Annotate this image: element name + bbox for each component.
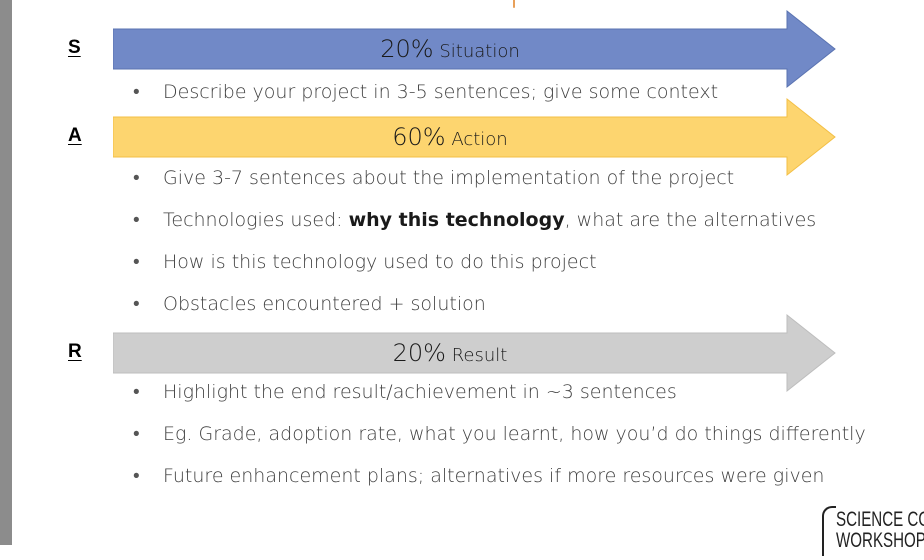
- result-letter: R: [68, 341, 82, 362]
- left-edge-bar: [0, 0, 12, 545]
- situation-title-first: S: [439, 41, 451, 62]
- situation-letter: S: [68, 37, 81, 58]
- list-item: Eg. Grade, adoption rate, what you learn…: [133, 422, 866, 447]
- action-title-first: A: [451, 129, 464, 150]
- situation-arrow: 20% Situation: [113, 9, 837, 89]
- tech-suffix: , what are the alternatives: [564, 209, 817, 231]
- result-percent: 20%: [392, 339, 446, 367]
- logo-bracket: [822, 506, 836, 556]
- result-title-rest: esult: [463, 345, 508, 366]
- list-item: Give 3-7 sentences about the implementat…: [133, 166, 816, 191]
- action-arrow: 60% Action: [113, 97, 837, 177]
- tech-bold: why this technology: [348, 209, 565, 231]
- situation-percent: 20%: [380, 35, 434, 63]
- logo-line2: WORKSHOP: [836, 529, 924, 552]
- situation-title-rest: ituation: [450, 41, 520, 62]
- action-title-rest: ction: [463, 129, 508, 150]
- list-item: How is this technology used to do this p…: [133, 250, 816, 275]
- top-accent-mark: [513, 0, 515, 8]
- result-bullets: Highlight the end result/achievement in …: [133, 380, 866, 489]
- tech-prefix: Technologies used:: [163, 209, 349, 231]
- result-title-first: R: [451, 345, 464, 366]
- action-bullets: Give 3-7 sentences about the implementat…: [133, 166, 816, 317]
- action-title: 60% Action: [113, 123, 787, 151]
- list-item: Future enhancement plans; alternatives i…: [133, 464, 866, 489]
- action-percent: 60%: [392, 123, 446, 151]
- situation-title: 20% Situation: [113, 35, 787, 63]
- science-coop-workshop-logo: SCIENCE CO-OP WORKSHOP: [818, 500, 924, 560]
- list-item-technologies: Technologies used: why this technology, …: [133, 208, 816, 233]
- action-letter: A: [68, 125, 82, 146]
- list-item: Highlight the end result/achievement in …: [133, 380, 866, 405]
- result-title: 20% Result: [113, 339, 787, 367]
